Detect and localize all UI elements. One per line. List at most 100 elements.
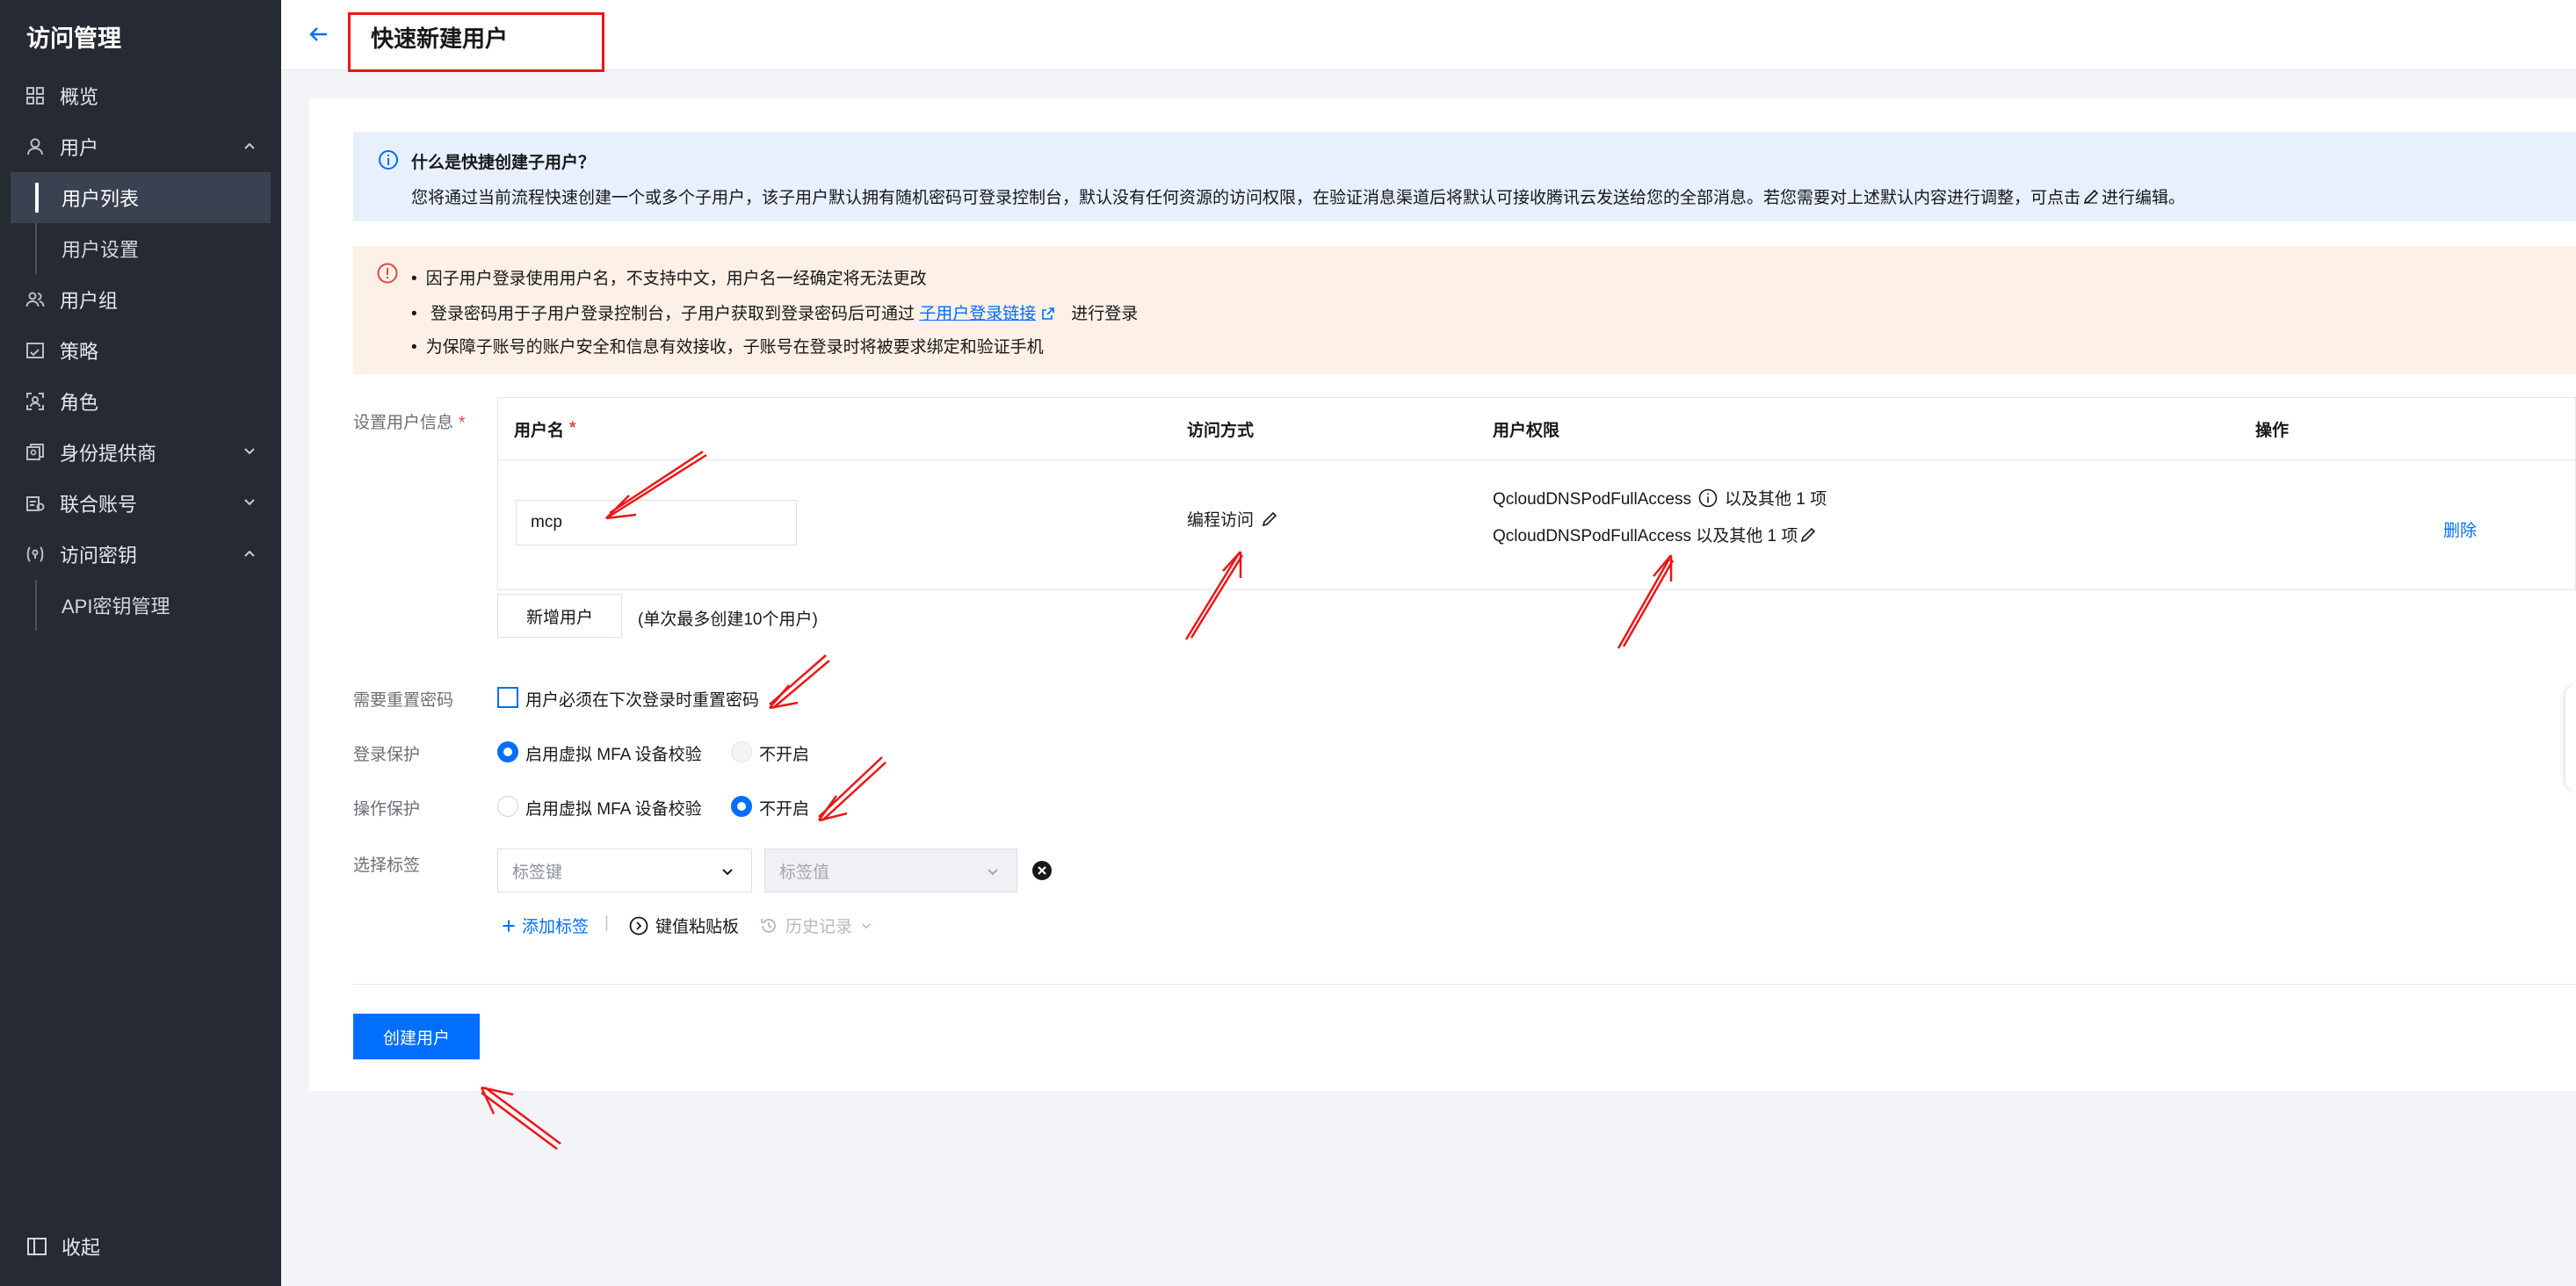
login-protection-label: 登录保护 <box>353 746 421 764</box>
login-protection-option-mfa[interactable]: 启用虚拟 MFA 设备校验 <box>525 741 702 765</box>
chevron-down-icon <box>988 869 998 876</box>
access-key-icon <box>25 544 46 565</box>
username-input[interactable] <box>516 500 797 545</box>
info-circle-icon[interactable] <box>1698 488 1718 508</box>
warning-line: 登录密码用于子用户登录控制台，子用户获取到登录密码后可通过 子用户登录链接进行登… <box>411 300 1138 324</box>
column-header-access: 访问方式 <box>1187 421 1255 440</box>
user-info-label: 设置用户信息 * <box>353 414 466 432</box>
tag-key-select[interactable]: 标签键 <box>497 849 752 892</box>
sidebar-item-label: 用户列表 <box>62 188 140 210</box>
login-protection-radio-off[interactable] <box>731 741 752 762</box>
sidebar-item-access-keys[interactable]: 访问密钥 <box>0 529 281 580</box>
operation-protection-radio-off[interactable] <box>731 796 752 817</box>
sidebar-title: 访问管理 <box>26 25 121 52</box>
plus-icon <box>503 919 515 932</box>
sidebar-item-label: 用户组 <box>60 290 119 312</box>
reset-password-option-label[interactable]: 用户必须在下次登录时重置密码 <box>525 687 759 711</box>
login-protection-radio-mfa[interactable] <box>497 741 518 762</box>
add-user-hint: (单次最多创建10个用户) <box>638 610 818 629</box>
permission-line: QcloudDNSPodFullAccess 以及其他 1 项 <box>1493 523 1817 546</box>
form-divider <box>353 984 2576 985</box>
chevron-up-icon <box>244 142 255 149</box>
edit-access-pencil-icon[interactable] <box>1261 510 1278 528</box>
sidebar-item-label: 角色 <box>60 392 99 414</box>
collapse-icon <box>26 1236 47 1257</box>
user-icon <box>25 136 46 157</box>
external-link-icon <box>1042 307 1055 320</box>
role-icon <box>25 391 46 412</box>
policy-icon <box>25 340 46 361</box>
column-header-username: 用户名 * <box>514 419 576 440</box>
operation-protection-radio-mfa[interactable] <box>497 796 518 817</box>
chevron-down-icon <box>722 869 733 876</box>
tag-label: 选择标签 <box>353 856 421 875</box>
add-user-button[interactable]: 新增用户 <box>497 594 622 638</box>
column-header-permissions: 用户权限 <box>1493 421 1560 440</box>
login-protection-option-off[interactable]: 不开启 <box>759 741 809 765</box>
page-title: 快速新建用户 <box>371 25 509 52</box>
delete-user-link[interactable]: 删除 <box>2443 517 2477 541</box>
tag-value-select[interactable]: 标签值 <box>764 849 1017 892</box>
sidebar-item-user-list[interactable]: 用户列表 <box>11 172 271 223</box>
sidebar-item-federated-accounts[interactable]: 联合账号 <box>0 478 281 529</box>
sidebar-item-overview[interactable]: 概览 <box>0 70 281 121</box>
sidebar-collapse-button[interactable]: 收起 <box>0 1221 281 1272</box>
main-panel: 什么是快捷创建子用户？ 您将通过当前流程快速创建一个或多个子用户，该子用户默认拥… <box>309 98 2576 1091</box>
operation-protection-option-off[interactable]: 不开启 <box>759 796 809 820</box>
info-icon <box>379 150 398 170</box>
sidebar-item-label: API密钥管理 <box>62 596 170 618</box>
sidebar-item-label: 访问密钥 <box>60 545 138 567</box>
sidebar-item-label: 用户设置 <box>62 239 140 261</box>
sidebar-item-label: 联合账号 <box>60 494 138 516</box>
paste-board-icon <box>629 916 648 935</box>
sidebar-item-roles[interactable]: 角色 <box>0 376 281 427</box>
warning-line: 为保障子账号的账户安全和信息有效接收，子账号在登录时将被要求绑定和验证手机 <box>411 334 1044 358</box>
warning-line: 因子用户登录使用用户名，不支持中文，用户名一经确定将无法更改 <box>411 265 927 289</box>
operation-protection-label: 操作保护 <box>353 800 421 819</box>
sidebar-item-api-key-management[interactable]: API密钥管理 <box>0 580 281 631</box>
history-button[interactable]: 历史记录 <box>759 914 873 937</box>
operation-protection-option-mfa[interactable]: 启用虚拟 MFA 设备校验 <box>525 796 702 820</box>
paste-board-button[interactable]: 键值粘贴板 <box>629 914 739 937</box>
chevron-down-icon <box>244 499 255 506</box>
sub-user-login-link[interactable]: 子用户登录链接 <box>919 305 1036 323</box>
add-tag-button[interactable]: 添加标签 <box>501 914 589 937</box>
sidebar-item-user-settings[interactable]: 用户设置 <box>0 223 281 274</box>
sidebar-item-user-groups[interactable]: 用户组 <box>0 274 281 325</box>
info-text: 您将通过当前流程快速创建一个或多个子用户，该子用户默认拥有随机密码可登录控制台，… <box>411 189 2186 207</box>
info-banner: 什么是快捷创建子用户？ 您将通过当前流程快速创建一个或多个子用户，该子用户默认拥… <box>353 132 2576 221</box>
sidebar-item-label: 策略 <box>60 341 99 363</box>
create-user-button[interactable]: 创建用户 <box>353 1014 480 1059</box>
reset-password-label: 需要重置密码 <box>353 691 454 710</box>
tag-action-separator: | <box>604 914 609 932</box>
info-title: 什么是快捷创建子用户？ <box>411 154 596 172</box>
access-method: 编程访问 <box>1187 507 1278 531</box>
column-header-actions: 操作 <box>2255 421 2290 440</box>
alert-icon <box>377 263 398 284</box>
sidebar: 访问管理 概览 用户 用户列表 用户设置 用户组 策略 角色 身份提供商 联合账… <box>0 0 281 1286</box>
pencil-icon <box>2083 189 2099 205</box>
sidebar-item-users[interactable]: 用户 <box>0 121 281 172</box>
edit-permission-pencil-icon[interactable] <box>1799 526 1817 544</box>
sidebar-item-label: 概览 <box>60 86 99 108</box>
sidebar-item-policies[interactable]: 策略 <box>0 325 281 376</box>
history-icon <box>761 918 776 933</box>
chevron-down-icon <box>244 448 255 455</box>
identity-provider-icon <box>25 442 46 463</box>
user-group-icon <box>25 289 46 310</box>
warning-banner: 因子用户登录使用用户名，不支持中文，用户名一经确定将无法更改 登录密码用于子用户… <box>353 246 2576 374</box>
permission-line: QcloudDNSPodFullAccess 以及其他 1 项 <box>1493 488 1827 509</box>
grid-icon <box>25 85 46 106</box>
back-arrow-icon[interactable] <box>304 19 334 49</box>
sidebar-item-label: 身份提供商 <box>60 443 157 465</box>
sidebar-item-identity-providers[interactable]: 身份提供商 <box>0 427 281 478</box>
chevron-up-icon <box>244 550 255 557</box>
reset-password-checkbox[interactable] <box>497 687 518 708</box>
federated-account-icon <box>25 493 46 514</box>
page-header: 快速新建用户 <box>281 0 2576 72</box>
clear-tag-icon[interactable] <box>1031 860 1053 881</box>
right-edge-handle[interactable] <box>2565 685 2576 791</box>
sidebar-collapse-label: 收起 <box>62 1237 101 1259</box>
user-table: 用户名* 访问方式 用户权限 操作 编程访问 QcloudDNSPodFullA… <box>497 397 2576 590</box>
annotation-arrow-create-user <box>480 1086 561 1151</box>
